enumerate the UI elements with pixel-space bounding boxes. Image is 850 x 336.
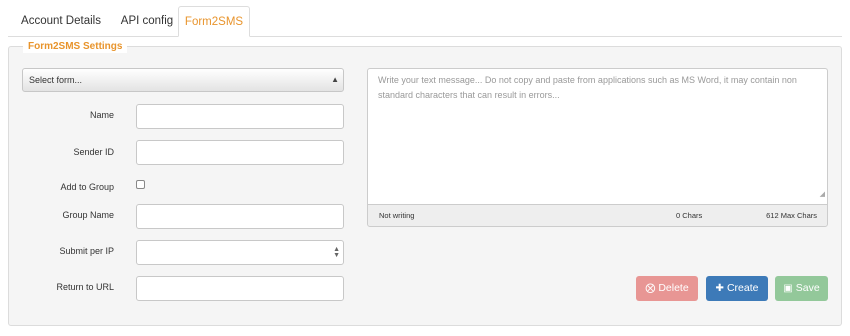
sender-id-label: Sender ID: [73, 147, 114, 157]
char-count: 0 Chars: [676, 211, 703, 220]
add-to-group-checkbox[interactable]: [136, 180, 145, 189]
save-label: Save: [795, 282, 820, 294]
tab-form2sms[interactable]: Form2SMS: [178, 6, 250, 37]
tab-api-config[interactable]: API config: [114, 6, 180, 37]
delete-label: Delete: [658, 282, 689, 294]
tab-bar: Account Details API config Form2SMS: [8, 6, 842, 37]
message-footer: Not writing 0 Chars 612 Max Chars: [367, 204, 828, 227]
select-form-dropdown[interactable]: Select form... ▲: [22, 68, 344, 92]
submit-per-ip-input[interactable]: ▲ ▼: [136, 240, 344, 265]
submit-per-ip-label: Submit per IP: [59, 246, 114, 256]
times-circle-icon: ⨂: [645, 283, 656, 294]
sender-id-input[interactable]: [136, 140, 344, 165]
floppy-disk-icon: ▣: [783, 283, 793, 294]
spinner-arrows-icon[interactable]: ▲ ▼: [333, 246, 340, 259]
group-name-label: Group Name: [62, 210, 114, 220]
create-button[interactable]: ✚ Create: [706, 276, 768, 301]
return-to-url-label: Return to URL: [56, 282, 114, 292]
save-button[interactable]: ▣ Save: [775, 276, 828, 301]
create-label: Create: [726, 282, 759, 294]
delete-button[interactable]: ⨂ Delete: [636, 276, 698, 301]
max-chars: 612 Max Chars: [766, 211, 817, 220]
return-to-url-input[interactable]: [136, 276, 344, 301]
panel-legend: Form2SMS Settings: [23, 40, 128, 53]
select-form-value: Select form...: [29, 75, 83, 85]
name-input[interactable]: [136, 104, 344, 129]
message-textarea[interactable]: Write your text message... Do not copy a…: [367, 68, 828, 204]
writing-status: Not writing: [379, 211, 415, 220]
name-label: Name: [89, 110, 114, 120]
updown-arrow-icon: ▲: [331, 75, 339, 84]
plus-icon: ✚: [715, 283, 724, 294]
add-to-group-label: Add to Group: [60, 182, 114, 192]
tab-account-details[interactable]: Account Details: [10, 6, 112, 37]
group-name-input[interactable]: [136, 204, 344, 229]
resize-handle-icon[interactable]: ◢: [820, 187, 825, 202]
message-placeholder: Write your text message... Do not copy a…: [378, 75, 797, 100]
